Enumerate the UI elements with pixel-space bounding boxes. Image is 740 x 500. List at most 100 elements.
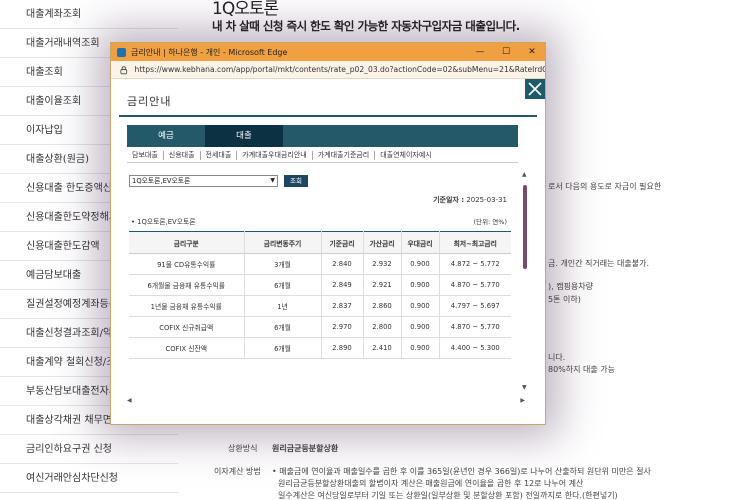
page-title: 1Q오토론 xyxy=(212,0,279,19)
background-text: ), 캠핑용차량 xyxy=(548,282,594,291)
rate-content-area: 1Q오토론,EV오토론 ▼ 조회 기준일자 : 2025-03-31 • 1Q오… xyxy=(127,171,525,425)
table-cell: 91물 CD유통수익률 xyxy=(129,253,245,275)
interest-calc-line: 일수계산은 여신당일로부터 기일 또는 상환일(일부상환 및 분할상환 포함) … xyxy=(278,491,618,500)
popup-close-button[interactable] xyxy=(525,79,545,99)
subtab-item[interactable]: 전세대출 xyxy=(201,147,237,162)
table-cell: 2.932 xyxy=(363,253,402,275)
sidebar-item[interactable]: 금리인하요구권 신청 xyxy=(0,435,178,464)
base-date-value: 2025-03-31 xyxy=(466,196,507,204)
sidebar-item[interactable]: 대출계좌조회 xyxy=(0,0,178,29)
table-cell: COFIX 신잔액 xyxy=(129,337,245,359)
sidebar-item[interactable]: 주요통지서확인 xyxy=(0,493,178,500)
table-cell: 1년 xyxy=(244,295,322,317)
table-cell: 2.921 xyxy=(363,274,402,296)
scrollbar-thumb[interactable] xyxy=(523,185,527,269)
close-icon xyxy=(528,82,542,96)
popup-content: 금리안내 예금 대출 담보대출 신용대출 전세대출 가계대출우대금리안내 가계대출기준금리… xyxy=(111,79,545,425)
table-row: 1년물 금융채 유통수익률 1년 2.837 2.860 0.900 4.797 ~ 5.… xyxy=(129,295,511,317)
address-bar[interactable]: https://www.kebhana.com/app/portal/mkt/c… xyxy=(111,61,545,79)
window-titlebar[interactable]: 금리안내 | 하나은행 - 개인 - Microsoft Edge — ☐ ✕ xyxy=(111,43,545,61)
table-cell: 3개월 xyxy=(244,253,322,275)
table-cell: 4.797 ~ 5.697 xyxy=(439,295,511,317)
table-cell: 6개월 xyxy=(244,316,322,338)
table-cell: 2.837 xyxy=(321,295,364,317)
page-subtitle: 내 차 살때 신청 즉시 한도 확인 가능한 자동차구입자금 대출입니다. xyxy=(212,19,520,33)
table-header-cell: 금리변동주기 xyxy=(244,231,322,254)
interest-calc-line: 원리금균등분할상환대출의 할볍이자 계산은 매출원금에 연이율을 곱한 후 12… xyxy=(278,479,584,488)
base-date-label: 기준일자 : xyxy=(433,196,465,204)
table-row: 91물 CD유통수익률 3개월 2.840 2.932 0.900 4.872 ~ 5.7… xyxy=(129,253,511,275)
background-text: 금. 개인간 직거래는 대출불가. xyxy=(548,259,650,268)
scroll-up-icon[interactable]: ▲ xyxy=(522,171,527,178)
sidebar-item[interactable]: 여신거래안심차단신청 xyxy=(0,464,178,493)
table-cell: 2.860 xyxy=(363,295,402,317)
table-header-cell: 우대금리 xyxy=(401,231,440,254)
table-header-cell: 금리구분 xyxy=(129,231,245,254)
table-cell: 2.800 xyxy=(363,316,402,338)
subtab-item[interactable]: 가계대출우대금리안내 xyxy=(237,147,311,162)
window-title: 금리안내 | 하나은행 - 개인 - Microsoft Edge xyxy=(131,47,288,57)
subtab-item[interactable]: 대출연체이자예시 xyxy=(375,147,437,162)
scroll-right-icon[interactable]: ▶ xyxy=(520,397,525,404)
table-cell: 4.870 ~ 5.770 xyxy=(439,316,511,338)
table-cell: 2.410 xyxy=(363,337,402,359)
table-cell: 4.872 ~ 5.772 xyxy=(439,253,511,275)
table-cell: 0.900 xyxy=(401,295,440,317)
sub-tabs: 담보대출 신용대출 전세대출 가계대출우대금리안내 가계대출기준금리 대출연체이자예시 xyxy=(127,147,518,163)
table-row: COFIX 신규취급액 6개월 2.970 2.800 0.900 4.870 ~ 5.7… xyxy=(129,316,511,338)
rate-table: 금리구분 금리변동주기 기준금리 가산금리 우대금리 최저~최고금리 91물 CD유통수익… xyxy=(129,231,511,359)
table-cell: 0.900 xyxy=(401,316,440,338)
repayment-method-value: 원리금균등분할상환 xyxy=(272,444,339,453)
table-cell: COFIX 신규취급액 xyxy=(129,316,245,338)
table-cell: 2.840 xyxy=(321,253,364,275)
table-header-cell: 기준금리 xyxy=(321,231,364,254)
repayment-method-label: 상환방식 xyxy=(228,444,258,453)
table-cell: 1년물 금융채 유통수익률 xyxy=(129,295,245,317)
table-cell: 0.900 xyxy=(401,274,440,296)
unit-label: (단위: 연%) xyxy=(473,218,507,226)
search-button[interactable]: 조회 xyxy=(284,175,308,187)
subtab-item[interactable]: 담보대출 xyxy=(127,147,163,162)
product-select-row: 1Q오토론,EV오토론 ▼ 조회 xyxy=(129,175,308,187)
interest-calc-label: 이자계산 방법 xyxy=(214,467,261,476)
rate-info-window: 금리안내 | 하나은행 - 개인 - Microsoft Edge — ☐ ✕ … xyxy=(110,42,546,425)
table-cell: 2.970 xyxy=(321,316,364,338)
table-row: COFIX 신잔액 6개월 2.890 2.410 0.900 4.400 ~ 5.300 xyxy=(129,337,511,359)
table-header-cell: 최저~최고금리 xyxy=(439,231,511,254)
table-cell: 6개월 xyxy=(244,337,322,359)
bank-app-icon xyxy=(117,47,126,57)
url-text: https://www.kebhana.com/app/portal/mkt/c… xyxy=(134,65,545,74)
loan-product-select[interactable]: 1Q오토론,EV오토론 ▼ xyxy=(129,175,278,187)
main-tabs: 예금 대출 xyxy=(127,125,518,147)
background-text: 5톤 이하) xyxy=(548,295,581,304)
table-cell: 2.849 xyxy=(321,274,364,296)
window-close-button[interactable]: ✕ xyxy=(519,43,545,61)
table-cell: 4.400 ~ 5.300 xyxy=(439,337,511,359)
table-cell: 4.870 ~ 5.770 xyxy=(439,274,511,296)
base-date: 기준일자 : 2025-03-31 xyxy=(433,195,507,205)
horizontal-scrollbar[interactable]: ◀ ▶ xyxy=(127,397,525,405)
background-text: 니다. xyxy=(548,353,566,362)
scroll-left-icon[interactable]: ◀ xyxy=(127,397,132,404)
popup-title: 금리안내 xyxy=(127,95,172,108)
loan-product-select-value: 1Q오토론,EV오토론 xyxy=(132,177,191,185)
table-header-cell: 가산금리 xyxy=(363,231,402,254)
table-cell: 2.890 xyxy=(321,337,364,359)
maximize-button[interactable]: ☐ xyxy=(493,43,519,61)
lock-icon xyxy=(120,65,128,74)
interest-calc-value: • 매출금에 연이율과 매출일수를 곱한 후 이를 365일(윤년인 경우 36… xyxy=(272,467,651,476)
tab-deposit[interactable]: 예금 xyxy=(127,125,205,147)
tab-loan[interactable]: 대출 xyxy=(205,125,283,147)
table-row: 6개월물 금융채 유통수익률 6개월 2.849 2.921 0.900 4.870 ~ … xyxy=(129,274,511,296)
table-cell: 0.900 xyxy=(401,337,440,359)
minimize-button[interactable]: — xyxy=(467,43,493,61)
table-caption: • 1Q오토론,EV오토론 xyxy=(131,218,196,226)
vertical-scrollbar[interactable]: ▲ ▼ xyxy=(521,171,529,391)
table-cell: 6개월물 금융채 유통수익률 xyxy=(129,274,245,296)
background-text: 로서 다음의 용도로 자금이 필요한 xyxy=(548,182,662,191)
scroll-down-icon[interactable]: ▼ xyxy=(522,384,527,391)
subtab-item[interactable]: 가계대출기준금리 xyxy=(313,147,375,162)
chevron-down-icon: ▼ xyxy=(270,177,275,184)
background-text: 80%하지 대출 가능 xyxy=(548,365,616,374)
subtab-item[interactable]: 신용대출 xyxy=(164,147,200,162)
